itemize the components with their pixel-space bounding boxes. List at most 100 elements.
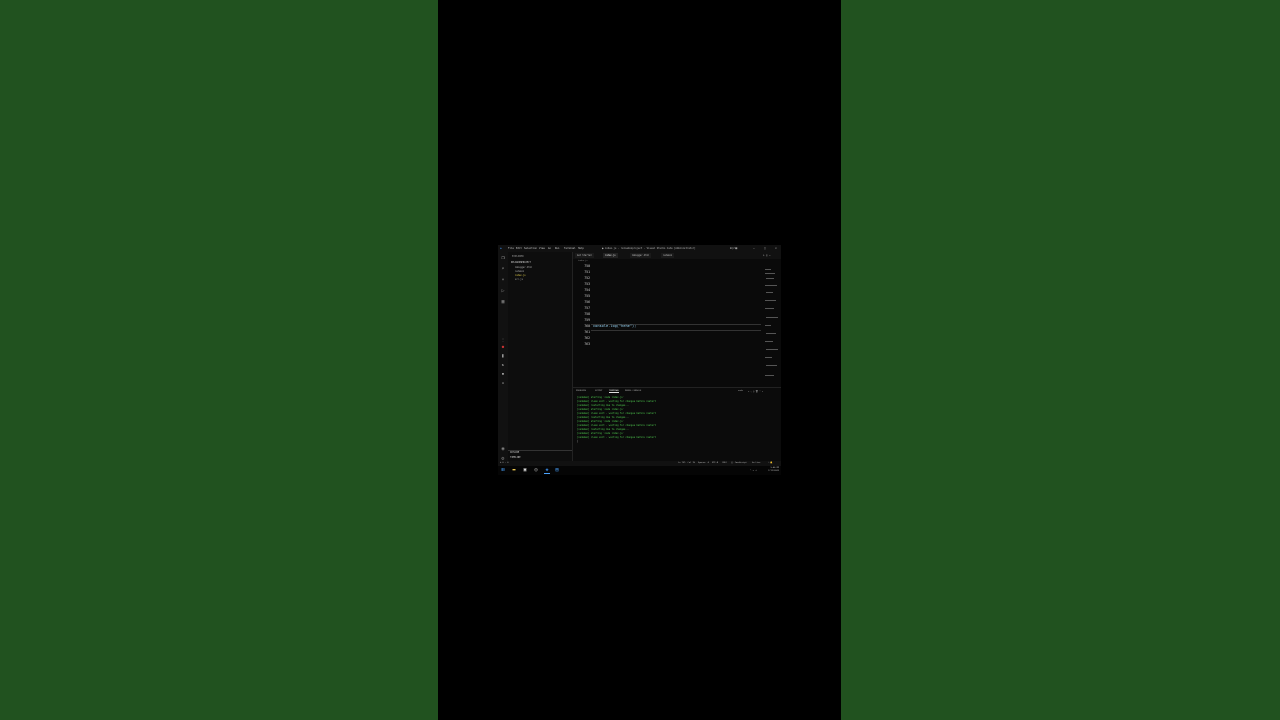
- debug-restart-icon[interactable]: ↻: [500, 362, 506, 367]
- terminal-line: [nodemon] starting `node index.js`: [577, 432, 625, 435]
- debug-disconnect-icon[interactable]: ▫: [500, 380, 506, 385]
- terminal-line: [nodemon] starting `node index.js`: [577, 420, 625, 423]
- line-number: 761: [584, 330, 590, 334]
- terminal-cursor[interactable]: ▏: [577, 440, 578, 443]
- tab-index-js[interactable]: index.js: [603, 253, 618, 258]
- line-number: 758: [584, 312, 590, 316]
- menu-file[interactable]: File: [508, 247, 514, 250]
- file-explorer-icon[interactable]: ▬: [511, 467, 517, 473]
- explorer-item-index[interactable]: index.js: [515, 274, 526, 277]
- vscode-taskbar-icon[interactable]: ◈: [544, 467, 550, 474]
- status-language[interactable]: {} JavaScript: [731, 462, 747, 464]
- menu-run[interactable]: Run: [555, 247, 559, 250]
- run-split-icons[interactable]: ▷ ◫ ⋯: [763, 254, 771, 257]
- terminal-selector[interactable]: node: [738, 390, 743, 392]
- menu-selection[interactable]: Selection: [524, 247, 537, 250]
- window-title: ● index.js - reloadonproject - Visual St…: [602, 247, 696, 250]
- editor-tabs: Get Started index.js debugger.html nodem…: [573, 252, 781, 259]
- terminal-controls-icons[interactable]: + ⌄ ◫ 🗑 ⌃ ×: [748, 390, 763, 393]
- terminal-line: [nodemon] clean exit - waiting for chang…: [577, 436, 656, 439]
- terminal-line: [nodemon] starting `node index.js`: [577, 396, 625, 399]
- line-number: 753: [584, 282, 590, 286]
- menu-go[interactable]: Go: [548, 247, 551, 250]
- system-tray-icons[interactable]: ⌃ ☁ ◁: [750, 469, 757, 472]
- tab-get-started[interactable]: Get Started: [575, 253, 594, 258]
- bottom-panel: PROBLEMS OUTPUT TERMINAL DEBUG CONSOLE n…: [573, 387, 781, 462]
- notifications-bell-icon[interactable]: ⚇ 🔔: [768, 462, 773, 464]
- panel-tab-output[interactable]: OUTPUT: [595, 390, 603, 392]
- debug-step-icon[interactable]: ▪: [500, 371, 506, 376]
- explorer-item-src[interactable]: src.js: [515, 278, 523, 281]
- vscode-logo-icon: ◈: [500, 246, 502, 250]
- layout-icons[interactable]: ▮▯▭▦: [730, 246, 737, 250]
- debug-pause-icon[interactable]: ❚: [500, 353, 506, 358]
- line-number: 763: [584, 342, 590, 346]
- line-number: 760: [584, 324, 590, 328]
- debug-stop-icon[interactable]: ●: [500, 344, 506, 349]
- code-editor[interactable]: 750 751 752 753 754 755 756 757 758 759 …: [573, 263, 763, 385]
- menu-view[interactable]: View: [539, 247, 545, 250]
- account-icon[interactable]: ◉: [500, 446, 506, 452]
- status-go-live[interactable]: Go Live: [752, 462, 760, 464]
- line-number: 756: [584, 300, 590, 304]
- vscode-window: ◈ File Edit Selection View Go Run Termin…: [498, 245, 781, 475]
- code-line[interactable]: console.log("hehe");: [593, 324, 636, 328]
- line-number: 759: [584, 318, 590, 322]
- taskbar-clock[interactable]: 5:40 PM 7/11/2022: [768, 467, 779, 473]
- activity-bar: ❐ ⌕ ⑂ ▷ ▦ ⋮ ● ❚ ↻ ▪ ▫ ◉ ⚙: [498, 252, 508, 465]
- run-debug-icon[interactable]: ▷: [500, 288, 506, 294]
- terminal-line: [nodemon] clean exit - waiting for chang…: [577, 424, 656, 427]
- outline-section[interactable]: OUTLINE: [510, 451, 519, 454]
- panel-tab-terminal[interactable]: TERMINAL: [609, 390, 620, 393]
- status-encoding[interactable]: UTF-8: [712, 462, 718, 464]
- menu-edit[interactable]: Edit: [516, 247, 522, 250]
- line-number: 757: [584, 306, 590, 310]
- source-control-icon[interactable]: ⑂: [500, 277, 506, 283]
- status-indentation[interactable]: Spaces: 4: [698, 462, 709, 464]
- minimap[interactable]: [763, 265, 779, 385]
- line-number: 751: [584, 270, 590, 274]
- status-cursor-position[interactable]: Ln 757, Col 19: [678, 462, 695, 464]
- minimize-icon[interactable]: –: [753, 246, 755, 250]
- explorer-sidebar: EXPLORER RELOADONPROJECT debugger.html n…: [508, 252, 573, 465]
- chrome-icon[interactable]: ◎: [533, 467, 539, 473]
- windows-start-icon[interactable]: ⊞: [500, 467, 506, 473]
- windows-taskbar: ⊞ ▬ ▣ ◎ ◈ ▤ ⌃ ☁ ◁ 5:40 PM 7/11/2022: [498, 466, 781, 475]
- breadcrumb[interactable]: index.js: [578, 260, 588, 262]
- left-green-background: [0, 0, 438, 720]
- explorer-item-nodemon[interactable]: nodemon: [515, 270, 524, 273]
- search-icon[interactable]: ⌕: [500, 266, 506, 272]
- debug-toolbar-grip-icon[interactable]: ⋮: [500, 337, 506, 342]
- explorer-root-folder[interactable]: RELOADONPROJECT: [511, 261, 531, 264]
- timeline-section[interactable]: TIMELINE: [510, 456, 521, 459]
- status-errors[interactable]: ⊗ 0 ⚠ 0: [500, 462, 508, 464]
- tab-debugger-html[interactable]: debugger.html: [630, 253, 652, 258]
- menu-terminal[interactable]: Terminal: [564, 247, 576, 250]
- line-number: 755: [584, 294, 590, 298]
- terminal-line: [nodemon] restarting due to changes...: [577, 428, 630, 431]
- line-number: 754: [584, 288, 590, 292]
- menu-help[interactable]: Help: [578, 247, 584, 250]
- line-number: 750: [584, 264, 590, 268]
- taskview-icon[interactable]: ▣: [522, 467, 528, 473]
- terminal-line: [nodemon] restarting due to changes...: [577, 416, 630, 419]
- terminal-line: [nodemon] clean exit - waiting for chang…: [577, 412, 656, 415]
- extensions-icon[interactable]: ▦: [500, 299, 506, 305]
- app-taskbar-icon[interactable]: ▤: [554, 467, 560, 473]
- title-bar: ◈ File Edit Selection View Go Run Termin…: [498, 245, 781, 252]
- maximize-icon[interactable]: □: [764, 246, 766, 250]
- clock-date: 7/11/2022: [768, 470, 779, 472]
- right-green-background: [841, 0, 1280, 720]
- terminal-line: [nodemon] restarting due to changes...: [577, 404, 630, 407]
- panel-tab-debug-console[interactable]: DEBUG CONSOLE: [625, 390, 641, 392]
- line-number: 762: [584, 336, 590, 340]
- explorer-title: EXPLORER: [512, 255, 524, 258]
- close-icon[interactable]: ×: [775, 246, 777, 250]
- tab-nodemon[interactable]: nodemon: [661, 253, 675, 258]
- explorer-item-debugger[interactable]: debugger.html: [515, 266, 532, 269]
- status-eol[interactable]: CRLF: [722, 462, 727, 464]
- explorer-icon[interactable]: ❐: [500, 255, 506, 261]
- line-number: 752: [584, 276, 590, 280]
- terminal-line: [nodemon] clean exit - waiting for chang…: [577, 400, 656, 403]
- panel-tab-problems[interactable]: PROBLEMS: [576, 390, 586, 392]
